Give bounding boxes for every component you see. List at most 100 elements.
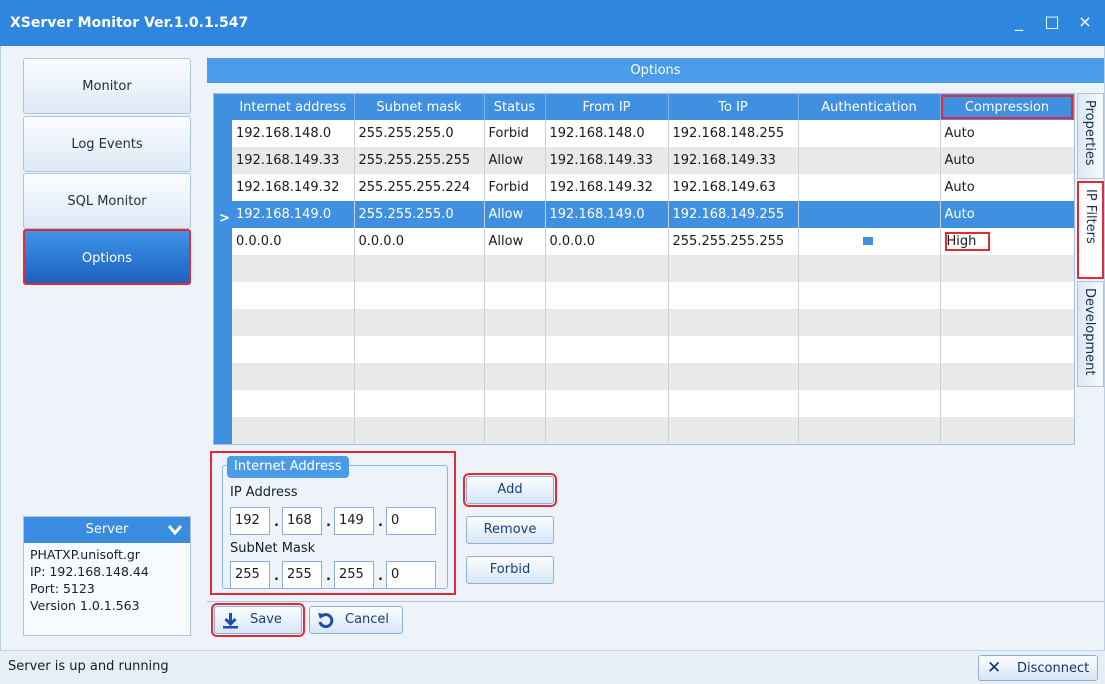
table-cell[interactable]: 0.0.0.0 [232,228,355,255]
column-header[interactable]: From IP [545,94,669,120]
table-cell[interactable]: 255.255.255.224 [354,174,485,201]
internet-address-legend: Internet Address [227,456,349,478]
table-cell[interactable]: 0.0.0.0 [545,228,669,255]
table-cell[interactable]: 192.168.149.63 [668,174,799,201]
mask-octet-input[interactable]: 255 [282,561,322,589]
table-cell[interactable]: 192.168.149.33 [545,147,669,174]
table-cell[interactable]: 192.168.148.0 [545,120,669,147]
status-text: Server is up and running [8,659,169,674]
table-cell[interactable]: 192.168.149.33 [668,147,799,174]
table-row[interactable]: 192.168.149.33 255.255.255.255 Allow 192… [232,147,1074,174]
ip-octet-input[interactable]: 0 [386,507,436,535]
column-header[interactable]: Subnet mask [354,94,485,120]
tab-development-label: Development [1082,288,1097,376]
server-ip: IP: 192.168.148.44 [30,564,149,579]
table-cell[interactable]: Auto [940,120,1074,147]
column-header[interactable]: To IP [668,94,799,120]
tab-development[interactable]: Development [1077,281,1104,387]
table-row-empty [232,255,1074,282]
tab-ip-filters[interactable]: IP Filters [1077,181,1104,279]
table-row-empty [232,390,1074,417]
mask-octet-input[interactable]: 255 [334,561,374,589]
table-cell[interactable]: 192.168.149.0 [545,201,669,228]
nav-sql-monitor[interactable]: SQL Monitor [23,173,191,229]
table-cell[interactable]: 192.168.149.0 [232,201,355,228]
ip-address-label: IP Address [230,485,298,500]
save-label: Save [250,612,282,627]
disconnect-button[interactable]: ✕ Disconnect [978,655,1098,681]
mask-octet-input[interactable]: 0 [386,561,436,589]
table-row-selected[interactable]: 192.168.149.0 255.255.255.0 Allow 192.16… [232,201,1074,228]
current-row-marker: > [219,211,230,226]
remove-button[interactable]: Remove [466,516,554,544]
cancel-button[interactable]: Cancel [309,606,403,634]
options-header: Options [207,58,1104,83]
table-cell[interactable]: High [940,228,1074,255]
table-cell[interactable]: 0.0.0.0 [354,228,485,255]
column-header[interactable]: Authentication [798,94,941,120]
table-cell[interactable]: Allow [484,147,546,174]
authentication-cell[interactable] [798,228,941,255]
ip-octet-input[interactable]: 168 [282,507,322,535]
ip-filter-table: Internet address Subnet mask Status From… [232,94,1074,444]
subnet-mask-label: SubNet Mask [230,541,316,556]
forbid-button[interactable]: Forbid [466,556,554,584]
table-cell[interactable]: 192.168.148.0 [232,120,355,147]
table-cell[interactable]: 255.255.255.255 [354,147,485,174]
mask-octet-input[interactable]: 255 [230,561,270,589]
table-cell[interactable]: Allow [484,228,546,255]
nav-options[interactable]: Options [23,229,191,285]
add-button[interactable]: Add [463,473,557,507]
column-header[interactable]: Status [484,94,546,120]
main-window: Monitor Log Events SQL Monitor Options S… [0,46,1105,650]
ip-octet-input[interactable]: 192 [230,507,270,535]
table-row-empty [232,363,1074,390]
table-row-empty [232,417,1074,444]
table-cell[interactable]: Auto [940,147,1074,174]
nav-monitor[interactable]: Monitor [23,58,191,114]
server-panel-header[interactable]: Server [24,517,190,543]
table-cell[interactable]: Auto [940,201,1074,228]
table-row[interactable]: 0.0.0.0 0.0.0.0 Allow 0.0.0.0 255.255.25… [232,228,1074,255]
table-row-empty [232,309,1074,336]
close-icon: ✕ [987,658,1002,678]
authentication-checkbox[interactable] [862,237,873,245]
ip-octet-input[interactable]: 149 [334,507,374,535]
table-row[interactable]: 192.168.149.32 255.255.255.224 Forbid 19… [232,174,1074,201]
table-cell[interactable]: Allow [484,201,546,228]
server-header-label: Server [85,522,129,537]
nav-log-events[interactable]: Log Events [23,116,191,172]
table-cell[interactable]: Auto [940,174,1074,201]
table-row[interactable]: 192.168.148.0 255.255.255.0 Forbid 192.1… [232,120,1074,147]
undo-icon [317,612,334,629]
chevron-down-icon[interactable] [167,517,183,543]
close-button[interactable]: × [1071,8,1099,36]
table-row-empty [232,336,1074,363]
table-cell[interactable]: 255.255.255.255 [668,228,799,255]
column-header[interactable]: Internet address [232,94,355,120]
minimize-button[interactable]: _ [1005,8,1033,36]
tab-properties-label: Properties [1082,100,1097,166]
table-cell[interactable]: Forbid [484,174,546,201]
table-cell[interactable]: 192.168.149.33 [232,147,355,174]
table-cell[interactable] [798,201,941,228]
server-host: PHATXP.unisoft.gr [30,547,140,562]
window-title: XServer Monitor Ver.1.0.1.547 [10,15,249,31]
maximize-button[interactable]: □ [1038,8,1066,36]
download-icon [222,612,239,629]
compression-value-high[interactable]: High [944,232,991,251]
tab-properties[interactable]: Properties [1077,93,1104,179]
table-cell[interactable] [798,174,941,201]
table-cell[interactable] [798,120,941,147]
table-cell[interactable]: 255.255.255.0 [354,120,485,147]
table-cell[interactable]: 192.168.149.32 [232,174,355,201]
table-cell[interactable]: Forbid [484,120,546,147]
table-cell[interactable]: 192.168.149.32 [545,174,669,201]
table-cell[interactable]: 255.255.255.0 [354,201,485,228]
table-cell[interactable] [798,147,941,174]
table-cell[interactable]: 192.168.149.255 [668,201,799,228]
table-cell[interactable]: 192.168.148.255 [668,120,799,147]
save-button[interactable]: Save [211,603,305,637]
side-tab-strip: Properties IP Filters Development [1077,93,1104,650]
column-header-compression[interactable]: Compression [940,94,1074,120]
